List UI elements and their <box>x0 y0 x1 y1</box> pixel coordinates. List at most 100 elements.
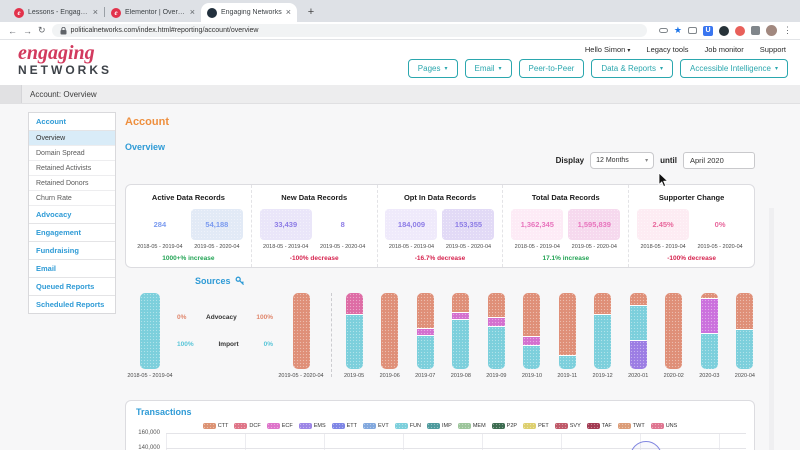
data-reports-button[interactable]: Data & Reports▾ <box>591 59 673 78</box>
chevron-down-icon: ▾ <box>775 65 778 72</box>
source-bar-group[interactable]: 2020-01 <box>628 293 648 379</box>
close-icon[interactable]: × <box>286 8 291 17</box>
source-bar-group[interactable]: 2019-06 <box>380 293 400 379</box>
browser-tab-elementor[interactable]: e Elementor | Overview Report × <box>105 3 201 22</box>
source-bar-group[interactable]: 2019-05 - 2020-04 <box>275 293 327 379</box>
source-bar-group[interactable]: 2019-11 <box>557 293 577 379</box>
legend-item-twt[interactable]: TWT <box>618 423 645 429</box>
password-key-icon[interactable] <box>659 28 668 33</box>
sidebar-item-account[interactable]: Account <box>29 113 115 131</box>
primary-nav: Pages▾ Email▾ Peer-to-Peer Data & Report… <box>408 59 788 78</box>
source-bar[interactable] <box>736 293 753 369</box>
source-bar-group[interactable]: 2019-09 <box>486 293 506 379</box>
legend-item-ett[interactable]: ETT <box>332 423 357 429</box>
source-bar[interactable] <box>293 293 310 369</box>
sidebar-item-fundraising[interactable]: Fundraising <box>29 242 115 260</box>
y-axis-tick: 140,000 <box>132 445 160 450</box>
legend-item-ctt[interactable]: CTT <box>203 423 229 429</box>
sidebar-item-domain-spread[interactable]: Domain Spread <box>29 146 115 161</box>
sidebar-item-email[interactable]: Email <box>29 260 115 278</box>
source-bar-label: 2020-04 <box>735 373 755 379</box>
camera-icon[interactable] <box>688 27 697 34</box>
legend-item-evt[interactable]: EVT <box>363 423 389 429</box>
browser-menu-icon[interactable]: ⋮ <box>783 25 792 36</box>
source-bar[interactable] <box>417 293 434 369</box>
ublock-extension-icon[interactable]: U <box>703 26 713 36</box>
sidebar-item-churn-rate[interactable]: Churn Rate <box>29 191 115 206</box>
peer-to-peer-button[interactable]: Peer-to-Peer <box>519 59 585 78</box>
engaging-networks-logo[interactable]: engaging NETWORKS <box>18 43 112 76</box>
legend-swatch <box>587 423 600 429</box>
legacy-tools-link[interactable]: Legacy tools <box>646 45 688 54</box>
legend-item-fun[interactable]: FUN <box>395 423 421 429</box>
close-icon[interactable]: × <box>190 8 195 17</box>
legend-item-p2p[interactable]: P2P <box>492 423 517 429</box>
back-icon[interactable]: ← <box>8 26 17 36</box>
sidebar-item-advocacy[interactable]: Advocacy <box>29 206 115 224</box>
source-bar[interactable] <box>701 293 718 369</box>
source-bar-group[interactable]: 2020-04 <box>735 293 755 379</box>
bookmark-star-icon[interactable]: ★ <box>674 26 682 35</box>
new-tab-button[interactable]: + <box>303 4 319 20</box>
sidebar-item-engagement[interactable]: Engagement <box>29 224 115 242</box>
source-bar-group[interactable]: 2019-12 <box>593 293 613 379</box>
sidebar-item-retained-donors[interactable]: Retained Donors <box>29 176 115 191</box>
legend-item-pet[interactable]: PET <box>523 423 549 429</box>
sidebar-item-overview[interactable]: Overview <box>29 131 115 146</box>
source-bar-group[interactable]: 2019-10 <box>522 293 542 379</box>
source-bar-group[interactable]: 2019-08 <box>451 293 471 379</box>
bar-segment-salmon <box>381 293 398 369</box>
source-bar-group[interactable]: 2020-02 <box>664 293 684 379</box>
browser-tab-lessons[interactable]: e Lessons - Engaging Networks × <box>8 3 104 22</box>
source-bar[interactable] <box>665 293 682 369</box>
support-link[interactable]: Support <box>760 45 786 54</box>
sidebar-item-queued-reports[interactable]: Queued Reports <box>29 278 115 296</box>
source-bar[interactable] <box>559 293 576 369</box>
browser-tab-engaging-networks[interactable]: Engaging Networks × <box>201 3 297 22</box>
legend-item-ems[interactable]: EMS <box>299 423 326 429</box>
source-bar-group[interactable]: 2020-03 <box>699 293 719 379</box>
display-range-select[interactable]: 12 Months▾ <box>590 152 654 169</box>
source-bar-group[interactable]: 2018-05 - 2019-04 <box>125 293 175 379</box>
accessible-intelligence-button[interactable]: Accessible Intelligence▾ <box>680 59 788 78</box>
close-icon[interactable]: × <box>93 8 98 17</box>
legend-item-svy[interactable]: SVY <box>555 423 581 429</box>
legend-label: UNS <box>666 423 678 429</box>
source-bar[interactable] <box>452 293 469 369</box>
extensions-puzzle-icon[interactable] <box>751 26 760 35</box>
legend-item-mem[interactable]: MEM <box>458 423 486 429</box>
legend-item-uns[interactable]: UNS <box>651 423 678 429</box>
source-bar[interactable] <box>140 293 160 369</box>
email-button[interactable]: Email▾ <box>465 59 512 78</box>
forward-icon[interactable]: → <box>23 26 32 36</box>
legend-name: Advocacy <box>206 314 237 321</box>
legend-item-taf[interactable]: TAF <box>587 423 612 429</box>
bar-segment-cyan <box>559 355 576 369</box>
source-bar-group[interactable]: 2019-07 <box>415 293 435 379</box>
sidebar-item-retained-activists[interactable]: Retained Activists <box>29 161 115 176</box>
user-menu[interactable]: Hello Simon ▾ <box>585 45 631 54</box>
dark-extension-icon[interactable] <box>719 26 729 36</box>
red-extension-icon[interactable] <box>735 26 745 36</box>
source-bar[interactable] <box>523 293 540 369</box>
source-bar[interactable] <box>594 293 611 369</box>
until-date-input[interactable]: April 2020 <box>683 152 755 169</box>
source-bar[interactable] <box>381 293 398 369</box>
page-scrollbar[interactable] <box>769 208 774 450</box>
reload-icon[interactable]: ↻ <box>38 25 46 36</box>
legend-swatch <box>427 423 440 429</box>
sidebar-item-scheduled-reports[interactable]: Scheduled Reports <box>29 296 115 313</box>
source-bar[interactable] <box>488 293 505 369</box>
key-icon[interactable] <box>235 276 245 286</box>
stat-new-data-records: New Data Records33,4392018-05 - 2019-048… <box>252 185 378 267</box>
source-bar[interactable] <box>630 293 647 369</box>
legend-item-dcf[interactable]: DCF <box>234 423 260 429</box>
profile-avatar[interactable] <box>766 25 777 36</box>
legend-item-imp[interactable]: IMP <box>427 423 452 429</box>
legend-item-ecf[interactable]: ECF <box>267 423 293 429</box>
address-input[interactable]: politicalnetworks.com/index.html#reporti… <box>52 24 647 37</box>
pages-button[interactable]: Pages▾ <box>408 59 458 78</box>
job-monitor-link[interactable]: Job monitor <box>705 45 744 54</box>
source-bar[interactable] <box>346 293 363 369</box>
source-bar-group[interactable]: 2019-05 <box>344 293 364 379</box>
